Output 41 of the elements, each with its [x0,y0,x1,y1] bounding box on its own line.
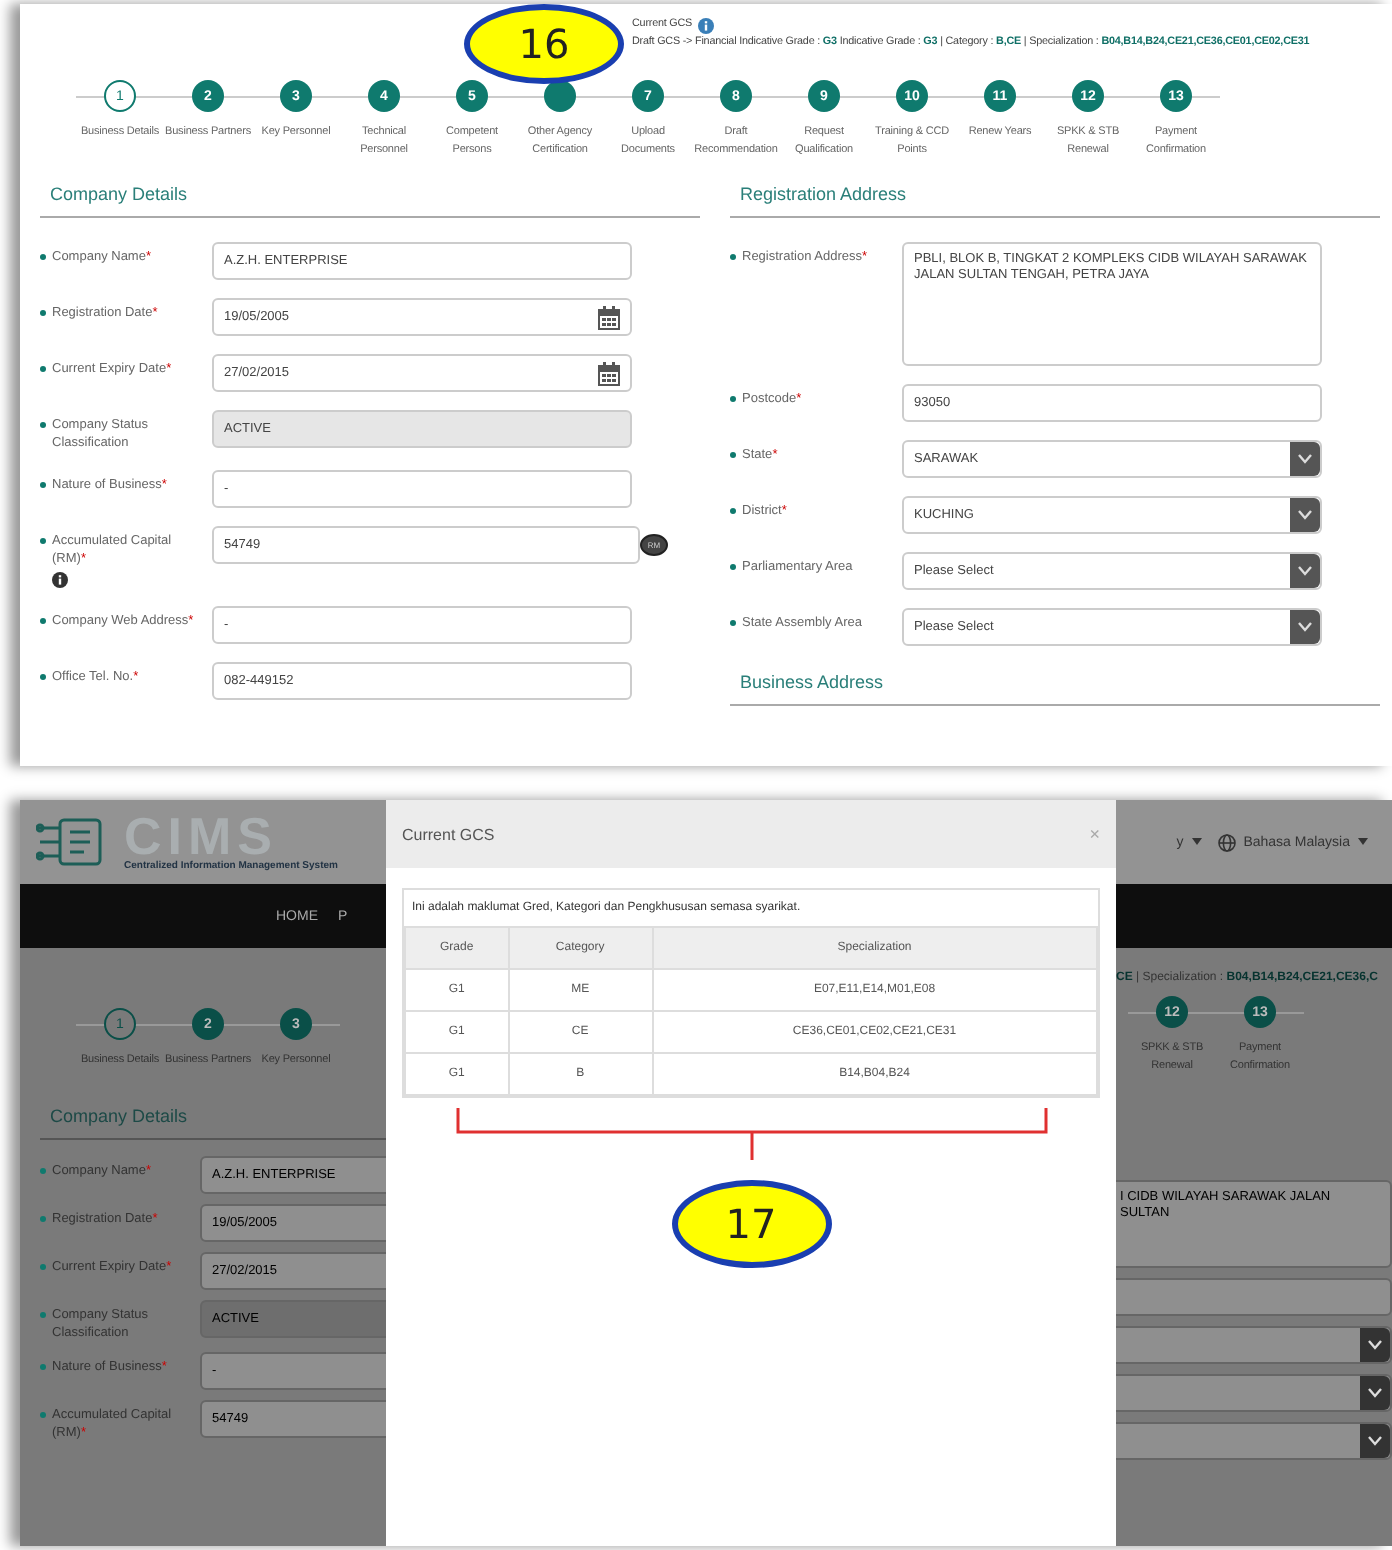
bullet-icon [730,620,736,626]
bullet-icon [40,538,46,544]
bullet-icon [730,452,736,458]
caret-down-icon [1298,566,1312,576]
bullet-icon [40,422,46,428]
bullet-icon [40,310,46,316]
bullet-icon [40,618,46,624]
modal-title: Current GCS [402,825,495,843]
bullet-icon [730,564,736,570]
globe-icon [1217,833,1236,851]
info-icon [698,17,715,33]
bullet-icon [40,674,46,680]
section-heading: Registration Address [730,176,1380,218]
bullet-icon [730,254,736,260]
step-circle[interactable] [544,80,576,112]
bullet-icon [40,1168,46,1174]
caret-down-icon [1368,1436,1382,1446]
section-heading: Business Address [730,664,1380,706]
caret-down-icon [1191,838,1202,846]
caret-down-icon [1298,510,1312,520]
section-heading: Company Details [40,176,700,218]
bullet-icon [40,1312,46,1318]
bullet-icon [40,1364,46,1370]
bullet-icon [40,1264,46,1270]
caret-down-icon [1368,1388,1382,1398]
caret-down-icon [1298,622,1312,632]
bullet-icon [40,1216,46,1222]
bullet-icon [730,396,736,402]
bullet-icon [730,508,736,514]
caret-down-icon [1298,454,1312,464]
caret-down-icon [1368,1340,1382,1350]
caret-down-icon [1358,838,1368,846]
callout-number: 17 [671,1180,831,1268]
bullet-icon [40,254,46,260]
bullet-icon [40,366,46,372]
bullet-icon [40,482,46,488]
info-icon [52,572,68,588]
callout-number: 16 [464,4,624,84]
calendar-icon [598,305,620,329]
bullet-icon [40,1412,46,1418]
calendar-icon [598,361,620,385]
